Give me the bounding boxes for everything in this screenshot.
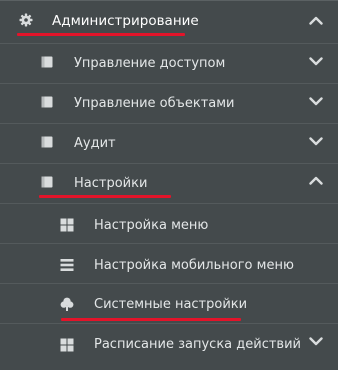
menu-item-label: Аудит: [74, 136, 116, 151]
grid-icon: [60, 338, 74, 352]
menu-subitem-action-schedule[interactable]: Расписание запуска действий: [0, 323, 338, 363]
panel-top-edge: [0, 0, 338, 1]
highlight-underline: [61, 318, 241, 321]
divider: [0, 203, 338, 204]
menu-item-label: Управление объектами: [74, 96, 235, 111]
menu-item-object-management[interactable]: Управление объектами: [0, 83, 338, 123]
chevron-down-icon[interactable]: [309, 337, 323, 346]
grid-icon: [60, 218, 74, 232]
admin-menu-panel: Администрирование Управление доступом Уп…: [0, 0, 338, 370]
menu-item-access-management[interactable]: Управление доступом: [0, 43, 338, 83]
menu-subitem-mobile-menu-settings[interactable]: Настройка мобильного меню: [0, 243, 338, 283]
divider: [0, 43, 338, 44]
menu-item-administration[interactable]: Администрирование: [0, 2, 338, 42]
book-icon: [40, 135, 54, 149]
gear-icon: [19, 13, 33, 27]
menu-subitem-system-settings[interactable]: Системные настройки: [0, 283, 338, 323]
book-icon: [40, 55, 54, 69]
list-icon: [60, 258, 74, 272]
divider: [0, 243, 338, 244]
menu-subitem-menu-settings[interactable]: Настройка меню: [0, 203, 338, 243]
menu-item-audit[interactable]: Аудит: [0, 123, 338, 163]
menu-item-label: Управление доступом: [74, 56, 226, 71]
tree-icon: [60, 297, 74, 311]
menu-item-label: Настройки: [74, 176, 148, 191]
divider: [0, 123, 338, 124]
book-icon: [40, 95, 54, 109]
menu-subitem-label: Настройка мобильного меню: [94, 258, 294, 273]
divider: [0, 283, 338, 284]
menu-subitem-label: Настройка меню: [94, 218, 209, 233]
menu-subitem-label: Расписание запуска действий: [94, 337, 301, 352]
chevron-down-icon[interactable]: [309, 57, 323, 66]
menu-subitem-label: Системные настройки: [94, 297, 248, 312]
chevron-up-icon[interactable]: [309, 176, 323, 185]
chevron-down-icon[interactable]: [309, 137, 323, 146]
highlight-underline: [17, 33, 185, 36]
chevron-down-icon[interactable]: [309, 97, 323, 106]
highlight-underline: [39, 195, 171, 198]
divider: [0, 163, 338, 164]
chevron-up-icon[interactable]: [309, 16, 323, 25]
menu-item-administration-label: Администрирование: [52, 13, 199, 29]
divider: [0, 323, 338, 324]
menu-item-settings[interactable]: Настройки: [0, 163, 338, 203]
divider: [0, 83, 338, 84]
book-icon: [40, 175, 54, 189]
